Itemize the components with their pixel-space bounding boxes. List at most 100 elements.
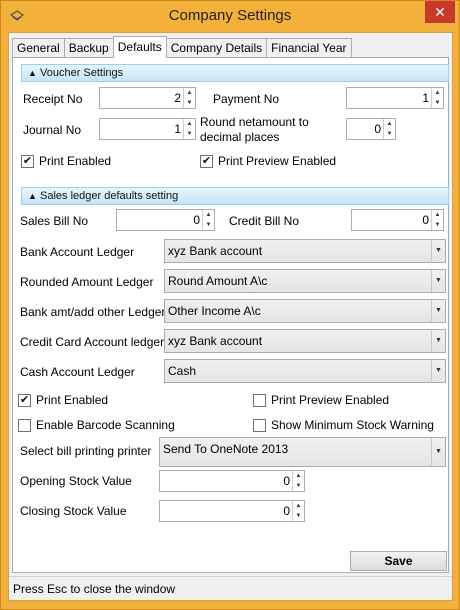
collapse-icon: ▲ bbox=[28, 68, 37, 78]
spin-down-icon[interactable]: ▼ bbox=[432, 220, 443, 230]
closing-stock-label: Closing Stock Value bbox=[20, 504, 127, 518]
spin-up-icon[interactable]: ▲ bbox=[293, 471, 304, 481]
spin-up-icon[interactable]: ▲ bbox=[184, 88, 195, 98]
barcode-scanning-label: Enable Barcode Scanning bbox=[36, 418, 175, 432]
bank-account-select[interactable]: xyz Bank account ▼ bbox=[164, 239, 446, 263]
bank-amt-value: Other Income A\c bbox=[168, 304, 261, 318]
journal-no-stepper[interactable]: 1 ▲ ▼ bbox=[99, 118, 196, 140]
rounded-amount-label: Rounded Amount Ledger bbox=[20, 275, 154, 289]
spin-down-icon[interactable]: ▼ bbox=[293, 511, 304, 521]
spin-up-icon[interactable]: ▲ bbox=[293, 501, 304, 511]
bank-account-label: Bank Account Ledger bbox=[20, 245, 135, 259]
chevron-down-icon[interactable]: ▼ bbox=[431, 360, 445, 382]
payment-no-stepper[interactable]: 1 ▲ ▼ bbox=[346, 87, 444, 109]
round-decimal-value: 0 bbox=[374, 122, 381, 136]
sales-print-enabled-label: Print Enabled bbox=[36, 393, 109, 407]
title-bar: Company Settings ✕ bbox=[1, 1, 459, 32]
chevron-down-icon[interactable]: ▼ bbox=[431, 330, 445, 352]
credit-card-select[interactable]: xyz Bank account ▼ bbox=[164, 329, 446, 353]
cash-account-label: Cash Account Ledger bbox=[20, 365, 135, 379]
voucher-settings-title: Voucher Settings bbox=[40, 67, 124, 79]
tab-defaults[interactable]: Defaults bbox=[112, 36, 167, 58]
close-button[interactable]: ✕ bbox=[425, 1, 455, 23]
chevron-down-icon[interactable]: ▼ bbox=[431, 300, 445, 322]
sales-ledger-header[interactable]: ▲ Sales ledger defaults setting bbox=[21, 187, 449, 205]
check-icon: ✔ bbox=[18, 393, 31, 407]
tab-financial-year[interactable]: Financial Year bbox=[266, 38, 352, 58]
printer-value: Send To OneNote 2013 bbox=[163, 442, 289, 456]
sales-bill-stepper[interactable]: 0 ▲ ▼ bbox=[116, 209, 215, 231]
credit-bill-label: Credit Bill No bbox=[229, 214, 300, 228]
barcode-scanning-checkbox[interactable]: Enable Barcode Scanning bbox=[18, 418, 175, 432]
journal-no-label: Journal No bbox=[23, 123, 82, 137]
min-stock-warning-checkbox[interactable]: Show Minimum Stock Warning bbox=[253, 418, 434, 432]
spin-up-icon[interactable]: ▲ bbox=[384, 119, 395, 129]
round-label-line1: Round netamount to bbox=[200, 115, 309, 129]
check-icon: ✔ bbox=[21, 154, 34, 168]
tab-strip: General Backup Defaults Company Details … bbox=[12, 36, 352, 58]
sales-print-preview-label: Print Preview Enabled bbox=[271, 393, 390, 407]
spin-down-icon[interactable]: ▼ bbox=[384, 129, 395, 139]
tab-general[interactable]: General bbox=[12, 38, 65, 58]
sales-print-enabled-checkbox[interactable]: ✔ Print Enabled bbox=[18, 393, 108, 407]
rounded-amount-select[interactable]: Round Amount A\c ▼ bbox=[164, 269, 446, 293]
credit-card-value: xyz Bank account bbox=[168, 334, 263, 348]
tab-backup[interactable]: Backup bbox=[63, 38, 114, 58]
status-text: Press Esc to close the window bbox=[13, 582, 176, 596]
bank-amt-select[interactable]: Other Income A\c ▼ bbox=[164, 299, 446, 323]
spin-down-icon[interactable]: ▼ bbox=[432, 98, 443, 108]
spin-down-icon[interactable]: ▼ bbox=[184, 129, 195, 139]
chevron-down-icon[interactable]: ▼ bbox=[431, 240, 445, 262]
credit-card-label: Credit Card Account ledger bbox=[20, 335, 165, 349]
voucher-print-preview-label: Print Preview Enabled bbox=[218, 154, 337, 168]
voucher-print-enabled-label: Print Enabled bbox=[39, 154, 112, 168]
spin-up-icon[interactable]: ▲ bbox=[203, 210, 214, 220]
receipt-no-label: Receipt No bbox=[23, 92, 83, 106]
spin-down-icon[interactable]: ▼ bbox=[184, 98, 195, 108]
chevron-down-icon[interactable]: ▼ bbox=[431, 270, 445, 292]
spin-down-icon[interactable]: ▼ bbox=[293, 481, 304, 491]
settings-window: Company Settings ✕ General Backup Defaul… bbox=[0, 0, 460, 610]
window-title: Company Settings bbox=[168, 7, 292, 24]
check-icon: ✔ bbox=[200, 154, 213, 168]
cash-account-value: Cash bbox=[168, 364, 197, 378]
closing-stock-stepper[interactable]: 0 ▲ ▼ bbox=[159, 500, 305, 522]
cash-account-select[interactable]: Cash ▼ bbox=[164, 359, 446, 383]
rounded-amount-value: Round Amount A\c bbox=[168, 274, 268, 288]
closing-stock-value: 0 bbox=[283, 504, 290, 518]
opening-stock-value: 0 bbox=[283, 474, 290, 488]
spin-down-icon[interactable]: ▼ bbox=[203, 220, 214, 230]
opening-stock-stepper[interactable]: 0 ▲ ▼ bbox=[159, 470, 305, 492]
spin-up-icon[interactable]: ▲ bbox=[432, 210, 443, 220]
window-client: General Backup Defaults Company Details … bbox=[8, 32, 453, 601]
opening-stock-label: Opening Stock Value bbox=[20, 474, 132, 488]
sales-bill-value: 0 bbox=[193, 213, 200, 227]
sales-bill-label: Sales Bill No bbox=[20, 214, 89, 228]
bank-account-value: xyz Bank account bbox=[168, 244, 263, 258]
tab-company-details[interactable]: Company Details bbox=[165, 38, 268, 58]
credit-bill-value: 0 bbox=[422, 213, 429, 227]
defaults-panel: ▲ Voucher Settings Receipt No 2 ▲ ▼ Paymen… bbox=[12, 57, 449, 573]
printer-select[interactable]: Send To OneNote 2013 ▼ bbox=[159, 437, 446, 467]
close-icon: ✕ bbox=[434, 3, 446, 20]
min-stock-warning-label: Show Minimum Stock Warning bbox=[271, 418, 434, 432]
voucher-print-enabled-checkbox[interactable]: ✔ Print Enabled bbox=[21, 154, 111, 168]
journal-no-value: 1 bbox=[174, 122, 181, 136]
chevron-down-icon[interactable]: ▼ bbox=[431, 438, 445, 466]
payment-no-label: Payment No bbox=[213, 92, 280, 106]
payment-no-value: 1 bbox=[422, 91, 429, 105]
credit-bill-stepper[interactable]: 0 ▲ ▼ bbox=[351, 209, 444, 231]
round-label-line2: decimal places bbox=[200, 130, 280, 144]
save-button[interactable]: Save bbox=[350, 551, 447, 571]
receipt-no-stepper[interactable]: 2 ▲ ▼ bbox=[99, 87, 196, 109]
spin-up-icon[interactable]: ▲ bbox=[432, 88, 443, 98]
collapse-icon: ▲ bbox=[28, 191, 37, 201]
receipt-no-value: 2 bbox=[174, 91, 181, 105]
voucher-print-preview-checkbox[interactable]: ✔ Print Preview Enabled bbox=[200, 154, 336, 168]
round-decimal-stepper[interactable]: 0 ▲ ▼ bbox=[346, 118, 396, 140]
sales-print-preview-checkbox[interactable]: Print Preview Enabled bbox=[253, 393, 389, 407]
spin-up-icon[interactable]: ▲ bbox=[184, 119, 195, 129]
voucher-settings-header[interactable]: ▲ Voucher Settings bbox=[21, 64, 449, 82]
printer-label: Select bill printing printer bbox=[20, 444, 152, 458]
bank-amt-label: Bank amt/add other Ledger bbox=[20, 305, 166, 319]
